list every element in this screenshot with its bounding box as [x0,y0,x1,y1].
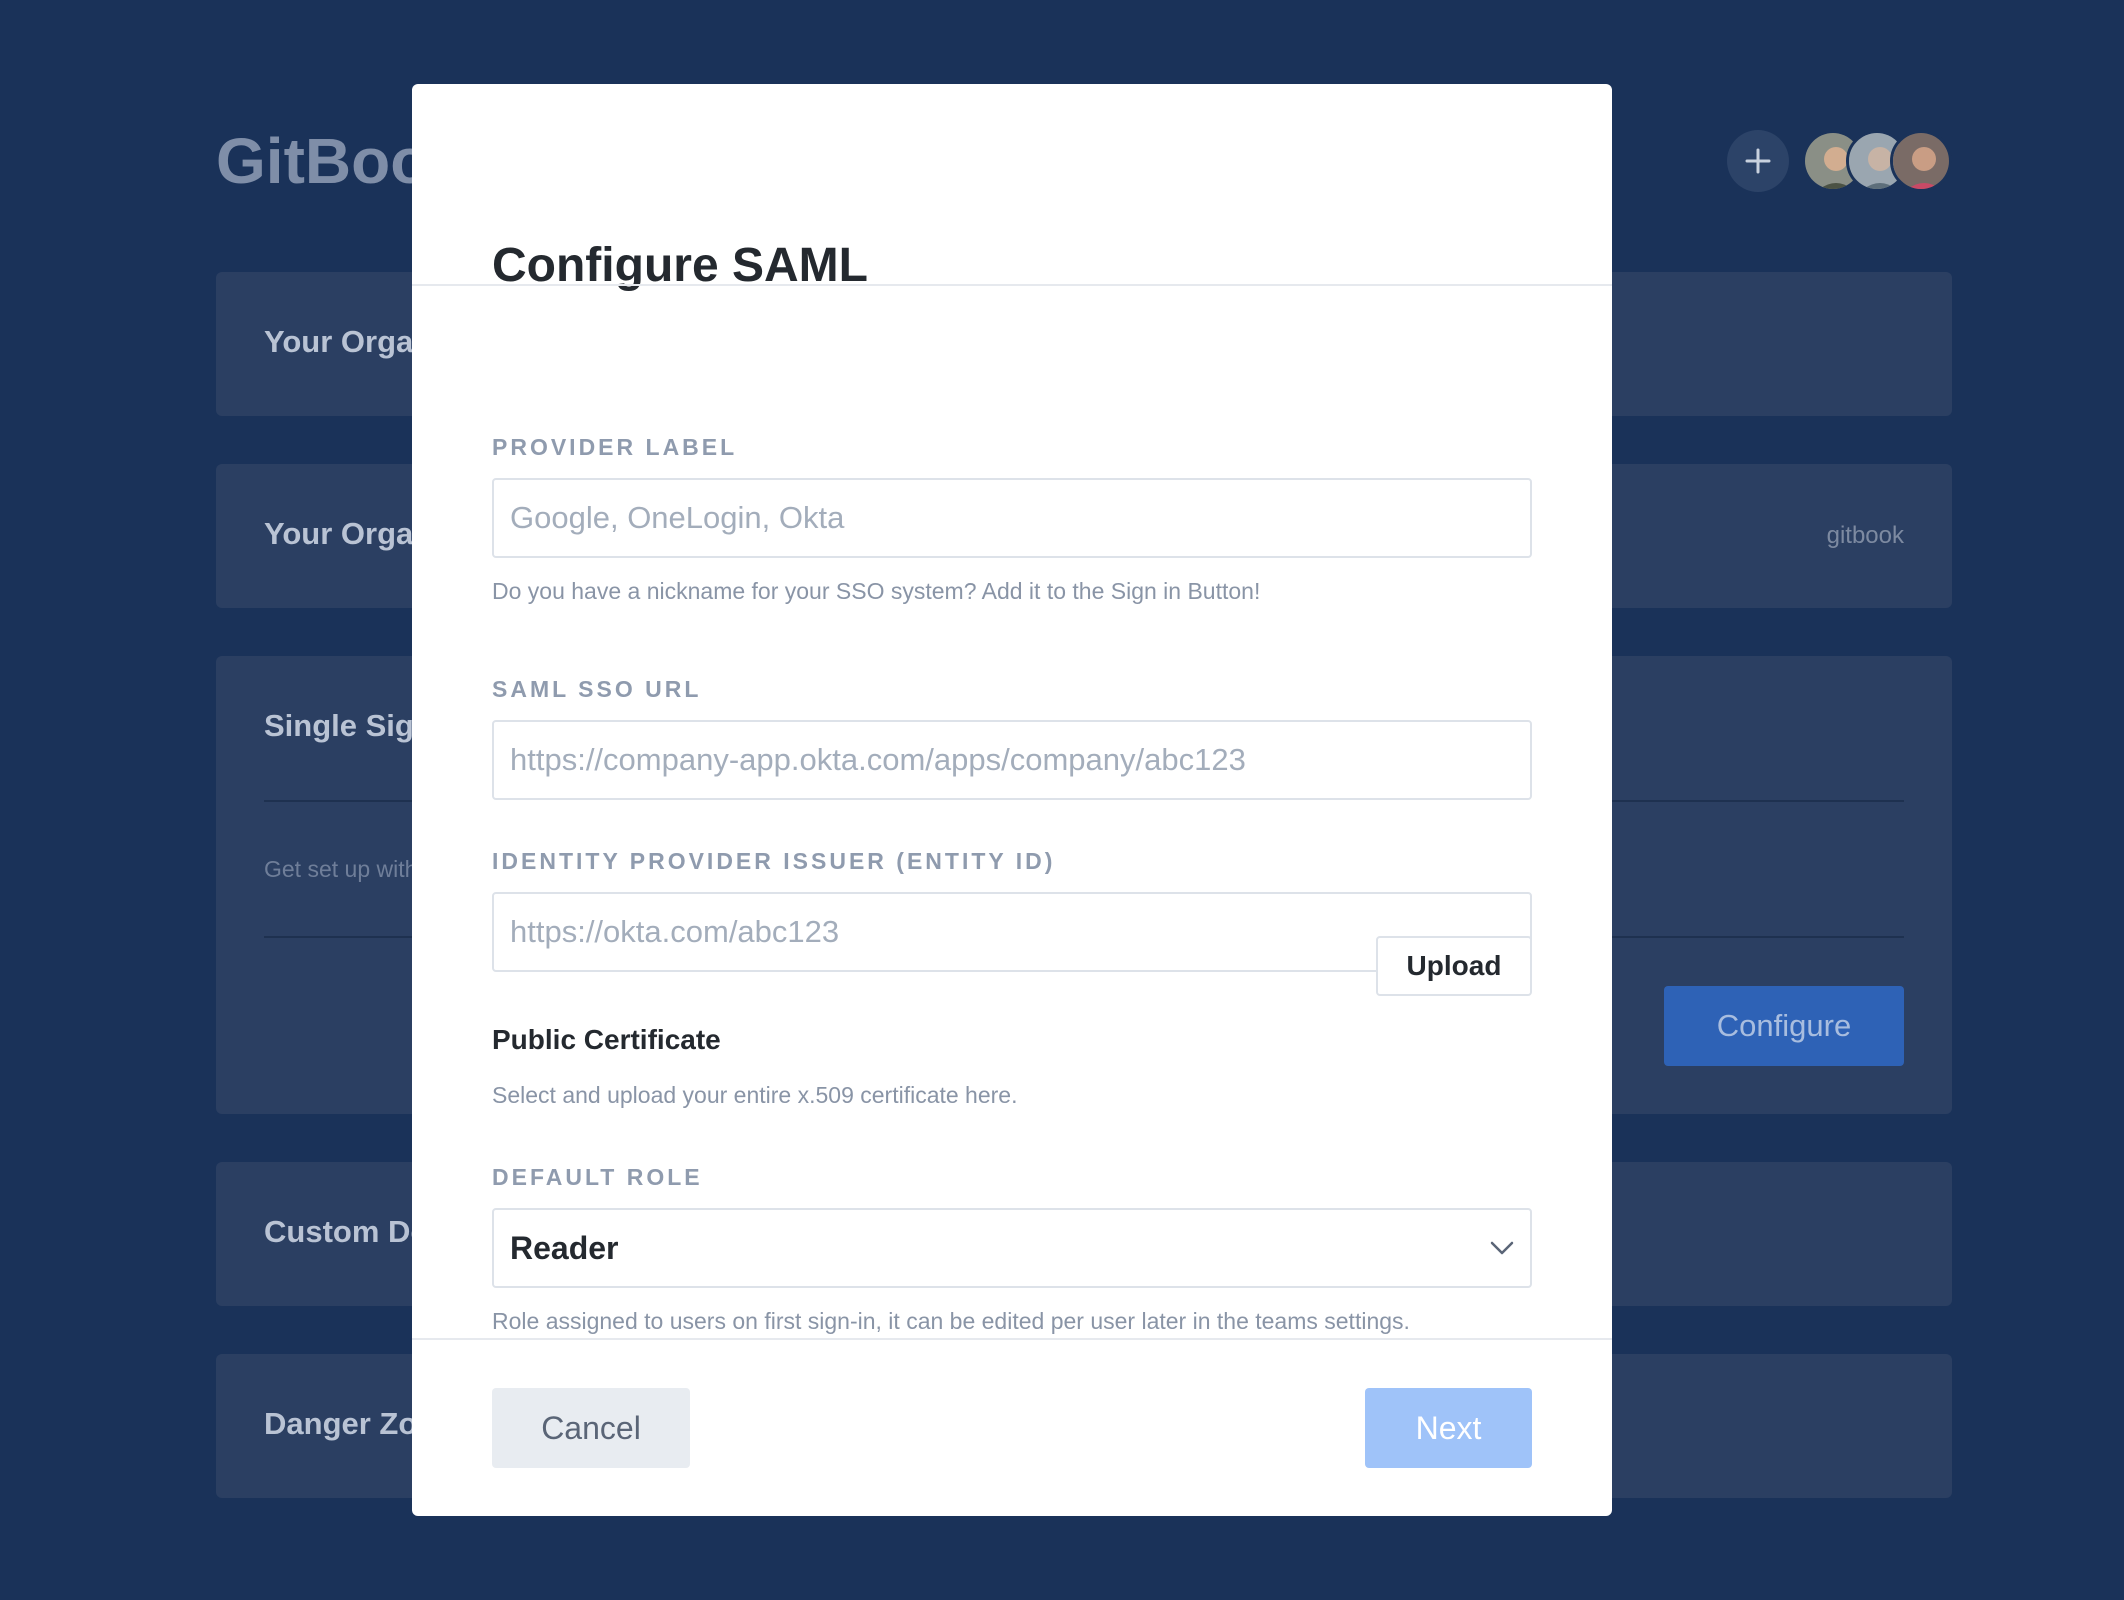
issuer-label: IDENTITY PROVIDER ISSUER (ENTITY ID) [492,848,1056,874]
provider-label-help: Do you have a nickname for your SSO syst… [492,578,1261,604]
avatar[interactable] [1890,130,1952,192]
default-role-help: Role assigned to users on first sign-in,… [492,1308,1410,1334]
provider-label-input[interactable] [492,478,1532,558]
default-role-label: DEFAULT ROLE [492,1164,703,1190]
cancel-button[interactable]: Cancel [492,1388,690,1468]
certificate-title: Public Certificate [492,1024,721,1055]
upload-certificate-button[interactable]: Upload [1376,936,1532,996]
default-role-select[interactable]: Reader [492,1208,1532,1288]
add-button[interactable] [1727,130,1789,192]
plus-icon [1745,148,1771,174]
modal-header-divider [412,284,1612,286]
certificate-help: Select and upload your entire x.509 cert… [492,1082,1018,1108]
next-button[interactable]: Next [1365,1388,1532,1468]
configure-saml-modal: Configure SAML PROVIDER LABEL Do you hav… [412,84,1612,1516]
chevron-down-icon [1490,1241,1514,1255]
default-role-value: Reader [510,1229,619,1266]
avatar-group [1802,130,1952,192]
provider-label-label: PROVIDER LABEL [492,434,738,460]
sso-url-input[interactable] [492,720,1532,800]
org-url-value: gitbook [1826,522,1904,549]
sso-url-label: SAML SSO URL [492,676,702,702]
modal-footer-divider [412,1338,1612,1340]
configure-button[interactable]: Configure [1664,986,1904,1066]
